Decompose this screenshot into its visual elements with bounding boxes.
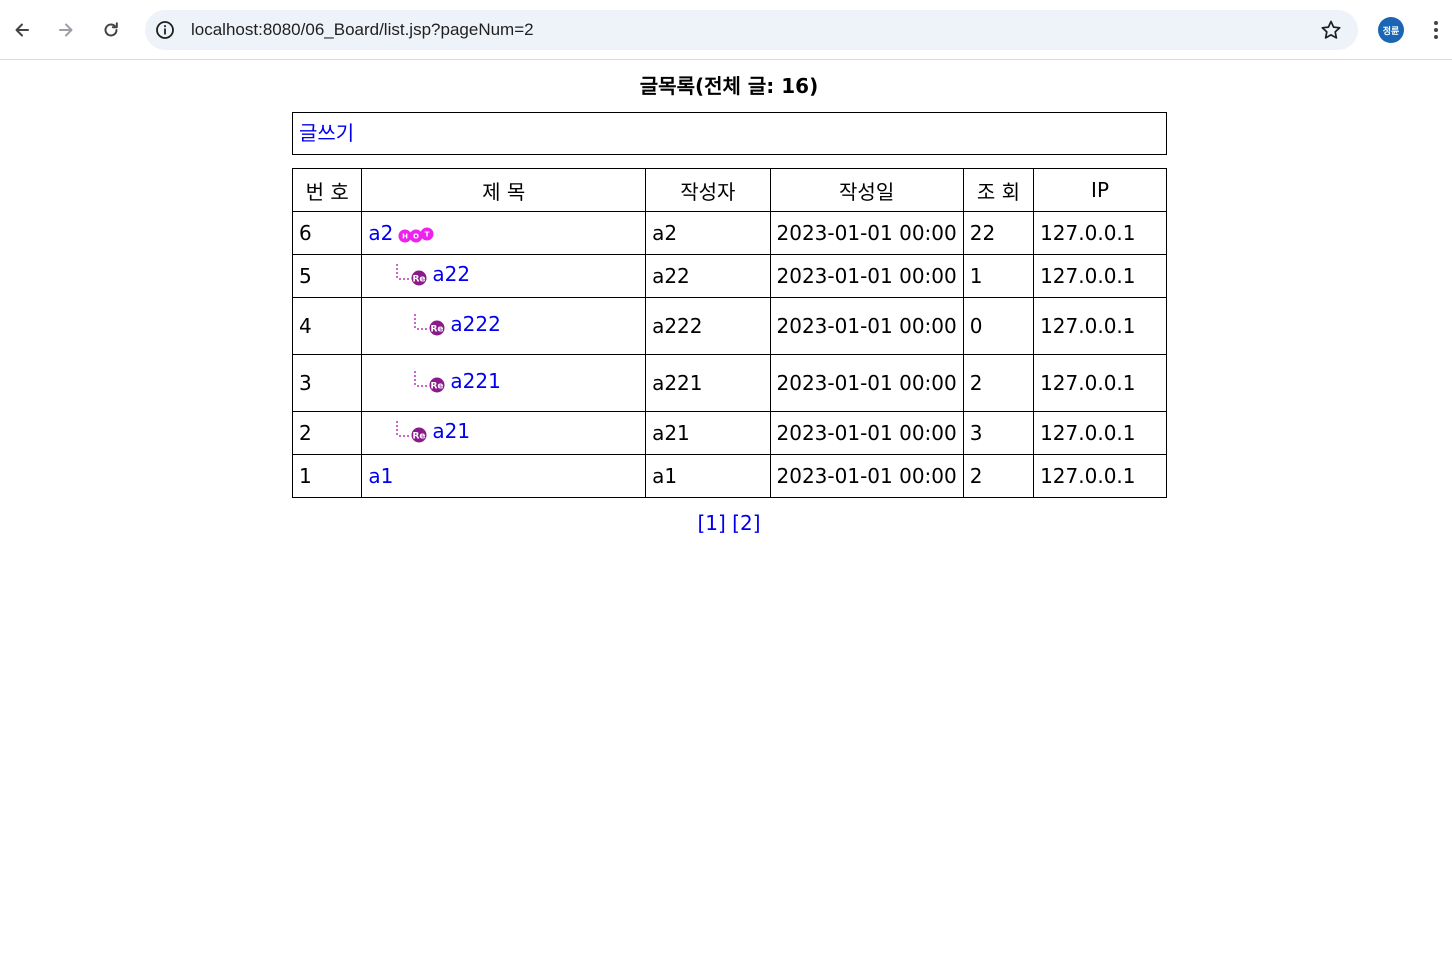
svg-text:H: H [402,233,408,241]
bookmark-star-icon[interactable] [1320,19,1342,41]
subject-cell-content: a1 [368,464,393,488]
cell-date: 2023-01-01 00:00 [769,254,964,298]
cell-writer: a1 [645,454,771,498]
page-link-2[interactable]: [2] [732,511,760,535]
forward-button[interactable] [48,12,84,48]
header-date: 작성일 [769,168,964,212]
cell-views: 1 [962,254,1035,298]
reply-re-icon: Re [394,419,428,443]
cell-ip: 127.0.0.1 [1033,297,1167,355]
cell-ip: 127.0.0.1 [1033,211,1167,255]
svg-text:T: T [425,231,430,239]
header-ip: IP [1033,168,1167,212]
cell-views: 0 [962,297,1035,355]
post-title-link[interactable]: a1 [368,464,393,488]
reload-icon [104,22,118,37]
profile-avatar[interactable]: 정륜 [1378,17,1404,43]
post-title-link[interactable]: a21 [432,419,470,443]
cell-writer: a222 [645,297,771,355]
cell-number: 1 [291,454,363,498]
svg-text:O: O [413,233,419,241]
back-button[interactable] [4,12,40,48]
page-link-1[interactable]: [1] [697,511,725,535]
cell-title: Re a221 [361,354,647,412]
cell-writer: a22 [645,254,771,298]
table-header-row: 번 호 제 목 작성자 작성일 조 회 IP [291,168,1167,212]
subject-cell-content: Re a22 [368,262,470,286]
svg-text:Re: Re [431,324,444,334]
cell-date: 2023-01-01 00:00 [769,297,964,355]
cell-number: 2 [291,411,363,455]
cell-date: 2023-01-01 00:00 [769,354,964,412]
post-title-link[interactable]: a222 [450,312,500,336]
hot-badge-icon: HOT [398,225,434,245]
header-title: 제 목 [361,168,647,212]
cell-ip: 127.0.0.1 [1033,411,1167,455]
table-row: 1 a1 a1 2023-01-01 00:00 2 127.0.0.1 [291,454,1167,498]
svg-text:Re: Re [413,431,426,441]
table-row: 5 Re a22 a22 2023-01-01 00:00 1 127.0.0.1 [291,254,1167,298]
pagination: [1] [2] [0,510,1452,536]
svg-text:Re: Re [413,274,426,284]
cell-writer: a21 [645,411,771,455]
cell-number: 3 [291,354,363,412]
cell-views: 2 [962,354,1035,412]
post-title-link[interactable]: a22 [432,262,470,286]
header-views: 조 회 [962,168,1035,212]
cell-number: 4 [291,297,363,355]
cell-ip: 127.0.0.1 [1033,254,1167,298]
table-body: 6 a2 H O Ta2 2023-01-01 00:00 22 127.0.0.1 5 Re a2… [291,211,1167,498]
cell-ip: 127.0.0.1 [1033,354,1167,412]
cell-views: 3 [962,411,1035,455]
cell-title: Re a222 [361,297,647,355]
cell-number: 6 [291,211,363,255]
cell-ip: 127.0.0.1 [1033,454,1167,498]
write-box: 글쓰기 [292,112,1167,155]
page-title: 글목록(전체 글: 16) [639,74,819,98]
post-title-link[interactable]: a221 [450,369,500,393]
reload-button[interactable] [93,12,129,48]
table-row: 3 Re a221 a221 2023-01-01 00:00 2 127.0.0.1 [291,354,1167,412]
reply-re-icon: Re [412,312,446,336]
cell-title: a1 [361,454,647,498]
cell-date: 2023-01-01 00:00 [769,411,964,455]
cell-views: 2 [962,454,1035,498]
board-table: 번 호 제 목 작성자 작성일 조 회 IP 6 a2 H O Ta2 2023-01-0… [291,168,1167,498]
cell-writer: a2 [645,211,771,255]
subject-cell-content: Re a21 [368,419,470,443]
table-row: 4 Re a222 a222 2023-01-01 00:00 0 127.0.0.1 [291,297,1167,355]
reply-re-icon: Re [394,262,428,286]
url-text[interactable]: localhost:8080/06_Board/list.jsp?pageNum… [191,20,534,40]
info-icon[interactable] [155,20,175,40]
cell-date: 2023-01-01 00:00 [769,454,964,498]
cell-title: Re a21 [361,411,647,455]
subject-cell-content: a2 H O T [368,221,434,245]
table-row: 6 a2 H O Ta2 2023-01-01 00:00 22 127.0.0.1 [291,211,1167,255]
subject-cell-content: Re a222 [368,312,501,336]
cell-date: 2023-01-01 00:00 [769,211,964,255]
cell-title: a2 H O T [361,211,647,255]
cell-writer: a221 [645,354,771,412]
cell-views: 22 [962,211,1035,255]
address-bar[interactable]: localhost:8080/06_Board/list.jsp?pageNum… [145,10,1358,50]
write-post-link[interactable]: 글쓰기 [299,120,354,146]
browser-toolbar: localhost:8080/06_Board/list.jsp?pageNum… [0,0,1452,60]
header-number: 번 호 [291,168,363,212]
more-menu-icon[interactable] [1424,16,1448,44]
post-title-link[interactable]: a2 [368,221,393,245]
subject-cell-content: Re a221 [368,369,501,393]
arrow-right-icon [59,23,73,37]
cell-title: Re a22 [361,254,647,298]
svg-text:Re: Re [431,381,444,391]
reply-re-icon: Re [412,369,446,393]
header-writer: 작성자 [645,168,771,212]
table-row: 2 Re a21 a21 2023-01-01 00:00 3 127.0.0.1 [291,411,1167,455]
cell-number: 5 [291,254,363,298]
arrow-left-icon [15,23,29,37]
